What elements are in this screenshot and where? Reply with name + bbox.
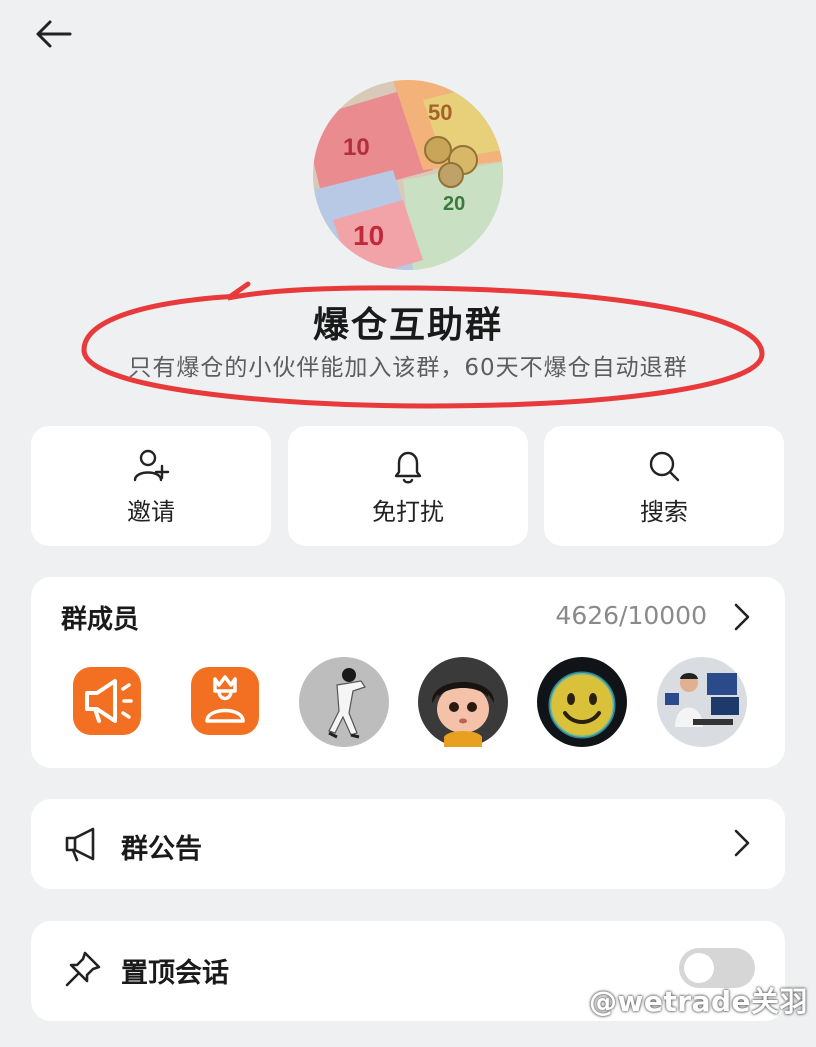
add-user-icon xyxy=(133,449,170,481)
search-icon xyxy=(649,451,680,481)
svg-text:20: 20 xyxy=(443,193,465,215)
smiley-avatar-image xyxy=(537,657,627,747)
chevron-right-icon xyxy=(734,603,750,631)
invite-label: 邀请 xyxy=(127,497,175,526)
owner-member-tile[interactable] xyxy=(189,657,279,747)
group-notice-row[interactable]: 群公告 xyxy=(31,799,785,889)
back-button[interactable] xyxy=(30,14,78,54)
svg-text:10: 10 xyxy=(353,220,384,251)
search-label: 搜索 xyxy=(640,497,688,526)
svg-text:10: 10 xyxy=(343,134,370,161)
member-avatar-smiley[interactable] xyxy=(537,657,627,747)
banknotes-image: 10 10 20 50 xyxy=(313,80,503,270)
cartoon-girl-avatar-image xyxy=(418,657,508,747)
group-name: 爆仓互助群 xyxy=(312,305,503,346)
dnd-label: 免打扰 xyxy=(372,497,444,526)
toggle-knob xyxy=(684,953,714,983)
watermark: @wetrade关羽 xyxy=(589,985,808,1018)
invite-button[interactable]: 邀请 xyxy=(31,426,271,546)
members-card: 群成员 4626/10000 xyxy=(31,577,785,768)
megaphone-outline-icon xyxy=(63,824,103,864)
svg-text:50: 50 xyxy=(428,100,452,125)
group-notice-label: 群公告 xyxy=(121,834,202,865)
search-button[interactable]: 搜索 xyxy=(544,426,784,546)
member-avatar-cartoon-girl[interactable] xyxy=(418,657,508,747)
members-more-button[interactable] xyxy=(731,601,753,633)
group-avatar[interactable]: 10 10 20 50 xyxy=(313,80,503,270)
members-count: 4626/10000 xyxy=(555,601,707,630)
megaphone-icon xyxy=(73,667,141,735)
do-not-disturb-button[interactable]: 免打扰 xyxy=(288,426,528,546)
trader-avatar-image xyxy=(657,657,747,747)
member-avatar-trader[interactable] xyxy=(657,657,747,747)
chevron-right-icon xyxy=(731,827,753,859)
pin-chat-label: 置顶会话 xyxy=(121,958,229,989)
back-arrow-icon xyxy=(36,20,72,48)
dancer-avatar-image xyxy=(299,657,389,747)
crown-user-icon xyxy=(191,667,259,735)
member-avatar-dancer[interactable] xyxy=(299,657,389,747)
bell-icon xyxy=(394,451,422,483)
members-title: 群成员 xyxy=(61,605,140,635)
announcement-member-tile[interactable] xyxy=(71,657,161,747)
group-description: 只有爆仓的小伙伴能加入该群，60天不爆仓自动退群 xyxy=(128,355,688,381)
pin-icon xyxy=(63,949,103,989)
